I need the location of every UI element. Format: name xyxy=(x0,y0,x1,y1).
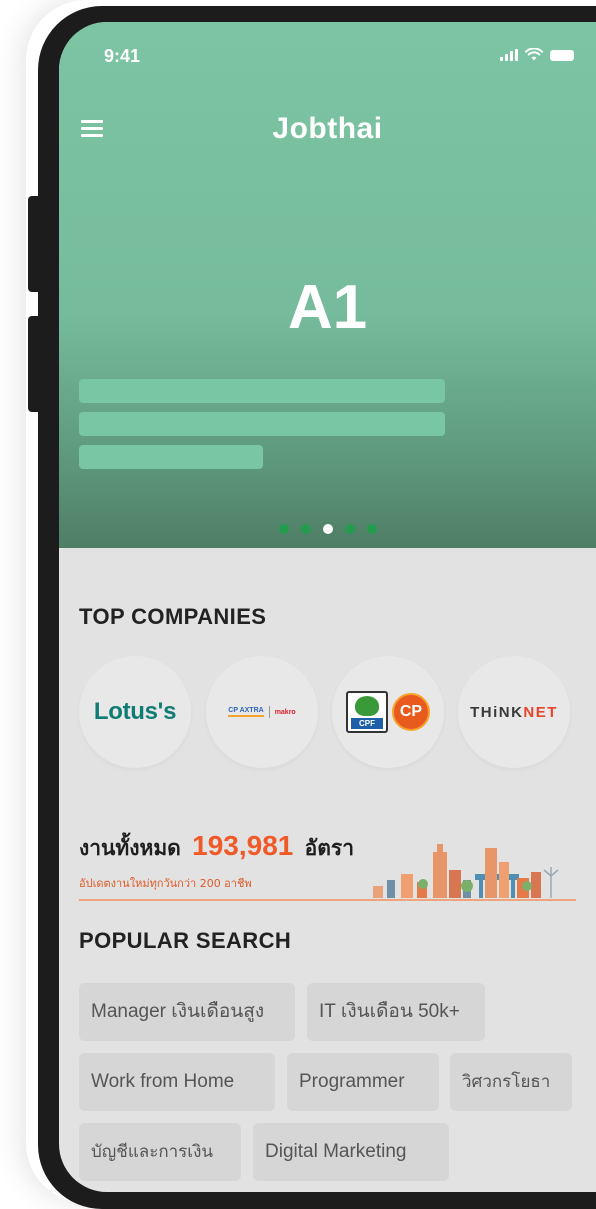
phone-screen: 9:41 Jobthai A1 TOP COMPANIES Lotus's CP… xyxy=(59,22,596,1192)
company-thinknet[interactable]: THiNKNET xyxy=(458,656,570,768)
volume-down-button xyxy=(28,316,42,412)
company-cpf-cp[interactable]: CPF CP xyxy=(332,656,444,768)
cp-axtra-makro-logo: CP AXTRA makro xyxy=(228,706,296,718)
search-tag-civil-engineer[interactable]: วิศวกรโยธา xyxy=(450,1053,572,1111)
slide-text-placeholder-1 xyxy=(79,379,445,403)
slide-text-placeholder-3 xyxy=(79,445,263,469)
wifi-icon xyxy=(525,48,543,61)
carousel-dot-1[interactable] xyxy=(278,524,289,534)
total-jobs-prefix: งานทั้งหมด xyxy=(79,836,181,860)
search-tag-it-salary[interactable]: IT เงินเดือน 50k+ xyxy=(307,983,485,1041)
slide-title: A1 xyxy=(287,273,368,342)
signal-icon xyxy=(500,49,518,61)
search-tag-manager[interactable]: Manager เงินเดือนสูง xyxy=(79,983,295,1041)
thinknet-logo: THiNKNET xyxy=(470,703,558,721)
search-tag-work-from-home[interactable]: Work from Home xyxy=(79,1053,275,1111)
lotus-logo: Lotus's xyxy=(93,698,177,725)
total-jobs-underline xyxy=(79,899,576,901)
search-tag-programmer[interactable]: Programmer xyxy=(287,1053,439,1111)
carousel-dot-3[interactable] xyxy=(322,524,333,534)
popular-search-heading: POPULAR SEARCH xyxy=(79,928,292,953)
volume-up-button xyxy=(28,196,42,292)
search-tag-digital-marketing[interactable]: Digital Marketing xyxy=(253,1123,449,1181)
search-tag-accounting-finance[interactable]: บัญชีและการเงิน xyxy=(79,1123,241,1181)
total-jobs-line: งานทั้งหมด 193,981 อัตรา xyxy=(79,830,354,865)
total-jobs-suffix: อัตรา xyxy=(304,836,354,860)
hero-banner[interactable]: 9:41 Jobthai A1 xyxy=(59,22,596,548)
total-jobs-count: 193,981 xyxy=(192,830,294,861)
status-time: 9:41 xyxy=(104,46,141,66)
company-lotus[interactable]: Lotus's xyxy=(79,656,191,768)
cpf-cp-logo: CPF CP xyxy=(346,691,430,733)
total-jobs-subtitle: อัปเดตงานใหม่ทุกวันกว่า 200 อาชีพ xyxy=(79,877,252,890)
slide-text-placeholder-2 xyxy=(79,412,445,436)
company-cp-axtra-makro[interactable]: CP AXTRA makro xyxy=(206,656,318,768)
total-jobs-banner[interactable]: งานทั้งหมด 193,981 อัตรา อัปเดตงานใหม่ทุ… xyxy=(79,830,576,902)
battery-icon xyxy=(550,50,574,61)
carousel-dot-2[interactable] xyxy=(300,524,311,534)
carousel-dot-5[interactable] xyxy=(366,524,377,534)
top-companies-heading: TOP COMPANIES xyxy=(79,604,267,629)
status-icons xyxy=(500,48,574,61)
app-title: Jobthai xyxy=(272,112,383,145)
carousel-dots xyxy=(59,524,596,534)
carousel-dot-4[interactable] xyxy=(344,524,355,534)
city-skyline-illustration xyxy=(373,844,559,898)
